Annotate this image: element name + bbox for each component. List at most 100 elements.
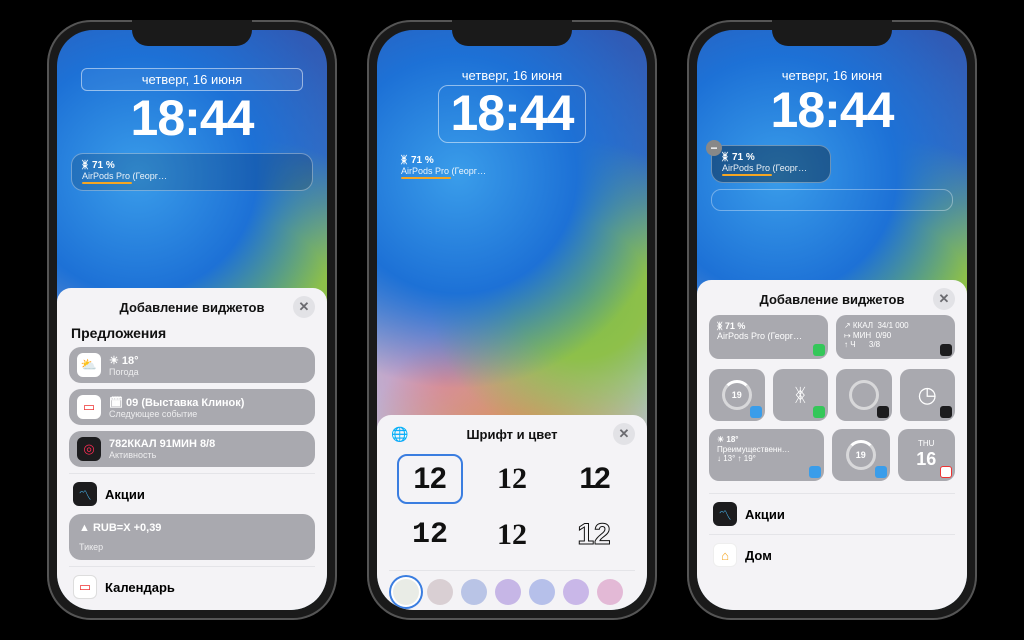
badge-clock-icon xyxy=(940,406,952,418)
widget-row-2: 19 ᛤ ◷ xyxy=(709,369,955,421)
suggestion-subtitle: Активность xyxy=(109,450,215,460)
color-option-2[interactable] xyxy=(427,579,453,605)
color-option-6[interactable] xyxy=(563,579,589,605)
suggestion-subtitle: Следующее событие xyxy=(109,409,244,419)
sheet-title: Шрифт и цвет xyxy=(466,427,557,442)
color-option-5[interactable] xyxy=(529,579,555,605)
screen: четверг, 16 июня 18:44 ᛤ 71 % AirPods Pr… xyxy=(377,30,647,610)
color-option-4[interactable] xyxy=(495,579,521,605)
weather-icon: ⛅ xyxy=(77,353,101,377)
battery-device: AirPods Pro (Георг… xyxy=(82,171,302,181)
suggestion-title: ☀︎ 18° xyxy=(109,354,139,367)
stock-ticker-card[interactable]: ▲ RUB=X +0,39 Тикер xyxy=(69,514,315,560)
color-option-7[interactable] xyxy=(597,579,623,605)
widget-tile-activity-ring[interactable] xyxy=(836,369,892,421)
lock-header: четверг, 16 июня 18:44 xyxy=(57,30,327,147)
badge-weather-icon xyxy=(750,406,762,418)
font-option-6[interactable]: 12 xyxy=(561,510,627,560)
stocks-icon: 〽︎ xyxy=(713,502,737,526)
lock-time: 18:44 xyxy=(697,81,967,139)
font-option-2[interactable]: 12 xyxy=(479,454,545,504)
font-option-1[interactable]: 12 xyxy=(397,454,463,504)
stocks-label: Акции xyxy=(105,487,145,502)
widget-tile-fitness[interactable]: ↗ ККАЛ 34/1 000 ↦ МИН 0/90 ↑ Ч 3/8 xyxy=(836,315,955,359)
color-row xyxy=(389,570,635,607)
empty-widget-slot[interactable] xyxy=(711,189,953,211)
airpods-icon: ᛤ xyxy=(722,152,728,163)
calendar-section[interactable]: ▭ Календарь xyxy=(69,566,315,607)
badge-weather-icon xyxy=(809,466,821,478)
battery-widget-selected[interactable]: − ᛤ 71 % AirPods Pro (Георг… xyxy=(711,145,831,183)
battery-bar xyxy=(82,182,132,184)
home-section[interactable]: ⌂ Дом xyxy=(709,534,955,575)
stocks-label: Акции xyxy=(745,507,785,522)
airpods-icon: ᛤ xyxy=(795,385,806,406)
stocks-icon: 〽︎ xyxy=(73,482,97,506)
add-widgets-sheet: Добавление виджетов ✕ Предложения ⛅ ☀︎ 1… xyxy=(57,288,327,610)
lock-time-box[interactable]: 18:44 xyxy=(438,85,587,143)
lock-date[interactable]: четверг, 16 июня xyxy=(81,68,303,91)
color-option-3[interactable] xyxy=(461,579,487,605)
suggestion-activity[interactable]: ◎ 782ККАЛ 91МИН 8/8 Активность xyxy=(69,431,315,467)
calendar-icon: ▭ xyxy=(77,395,101,419)
remove-widget-icon[interactable]: − xyxy=(706,140,722,156)
add-widgets-sheet: Добавление виджетов ✕ ᛤ 71 % AirPods Pro… xyxy=(697,280,967,610)
badge-activity-icon xyxy=(940,344,952,356)
sheet-title: Добавление виджетов xyxy=(120,300,265,315)
stock-ticker-line: ▲ RUB=X +0,39 xyxy=(79,522,161,534)
lock-header: четверг, 16 июня 18:44 xyxy=(697,30,967,139)
notch xyxy=(452,20,572,46)
battery-device: AirPods Pro (Георг… xyxy=(722,163,820,173)
stocks-section[interactable]: 〽︎ Акции xyxy=(69,473,315,514)
airpods-icon: ᛤ xyxy=(401,155,407,166)
widget-tile-airpods[interactable]: ᛤ xyxy=(773,369,829,421)
widget-tile-weather-ring-2[interactable]: 19 xyxy=(832,429,890,481)
font-option-3[interactable]: 12 xyxy=(561,454,627,504)
stocks-section[interactable]: 〽︎ Акции xyxy=(709,493,955,534)
screen: четверг, 16 июня 18:44 − ᛤ 71 % AirPods … xyxy=(697,30,967,610)
globe-icon[interactable]: 🌐 xyxy=(389,423,411,445)
badge-calendar-icon xyxy=(940,466,952,478)
lock-time[interactable]: 18:44 xyxy=(57,89,327,147)
home-label: Дом xyxy=(745,548,772,563)
suggestion-weather[interactable]: ⛅ ☀︎ 18° Погода xyxy=(69,347,315,383)
widget-row-1: ᛤ 71 % AirPods Pro (Георг… ↗ ККАЛ 34/1 0… xyxy=(709,315,955,359)
font-color-sheet: 🌐 Шрифт и цвет ✕ 12 12 12 12 12 12 xyxy=(377,415,647,610)
home-icon: ⌂ xyxy=(713,543,737,567)
close-icon[interactable]: ✕ xyxy=(933,288,955,310)
battery-device: AirPods Pro (Георг… xyxy=(401,166,623,176)
font-grid: 12 12 12 12 12 12 xyxy=(389,450,635,570)
font-option-4[interactable]: 12 xyxy=(397,510,463,560)
badge-battery-icon xyxy=(813,344,825,356)
lock-header: четверг, 16 июня 18:44 xyxy=(377,30,647,143)
calendar-label: Календарь xyxy=(105,580,175,595)
badge-activity-icon xyxy=(877,406,889,418)
font-option-5[interactable]: 12 xyxy=(479,510,545,560)
widget-tile-weather-ring[interactable]: 19 xyxy=(709,369,765,421)
battery-bar xyxy=(722,174,772,176)
close-icon[interactable]: ✕ xyxy=(613,423,635,445)
activity-icon: ◎ xyxy=(77,437,101,461)
lock-time: 18:44 xyxy=(451,84,574,142)
suggestion-subtitle: Погода xyxy=(109,367,139,377)
lock-date: четверг, 16 июня xyxy=(377,68,647,83)
airpods-icon: ᛤ xyxy=(82,160,88,171)
close-icon[interactable]: ✕ xyxy=(293,296,315,318)
battery-bar xyxy=(401,177,451,179)
widget-tile-calendar-day[interactable]: THU 16 xyxy=(898,429,956,481)
suggestion-title: 🗓 09 (Выставка Клинок) xyxy=(109,396,244,409)
badge-weather-icon xyxy=(875,466,887,478)
suggestions-label: Предложения xyxy=(71,325,313,341)
screen: четверг, 16 июня 18:44 ᛤ 71 % AirPods Pr… xyxy=(57,30,327,610)
notch xyxy=(772,20,892,46)
battery-percent: 71 % xyxy=(92,160,115,171)
widget-row-3: ☀︎ 18° Преимущественн… ↓ 13° ↑ 19° 19 TH… xyxy=(709,429,955,481)
widget-tile-weather-wide[interactable]: ☀︎ 18° Преимущественн… ↓ 13° ↑ 19° xyxy=(709,429,824,481)
battery-widget-slot[interactable]: ᛤ 71 % AirPods Pro (Георг… xyxy=(71,153,313,191)
clock-icon: ◷ xyxy=(918,382,937,408)
widget-tile-battery[interactable]: ᛤ 71 % AirPods Pro (Георг… xyxy=(709,315,828,359)
widget-tile-clock[interactable]: ◷ xyxy=(900,369,956,421)
battery-widget-slot: ᛤ 71 % AirPods Pro (Георг… xyxy=(391,149,633,185)
suggestion-calendar[interactable]: ▭ 🗓 09 (Выставка Клинок) Следующее событ… xyxy=(69,389,315,425)
color-option-1[interactable] xyxy=(393,579,419,605)
